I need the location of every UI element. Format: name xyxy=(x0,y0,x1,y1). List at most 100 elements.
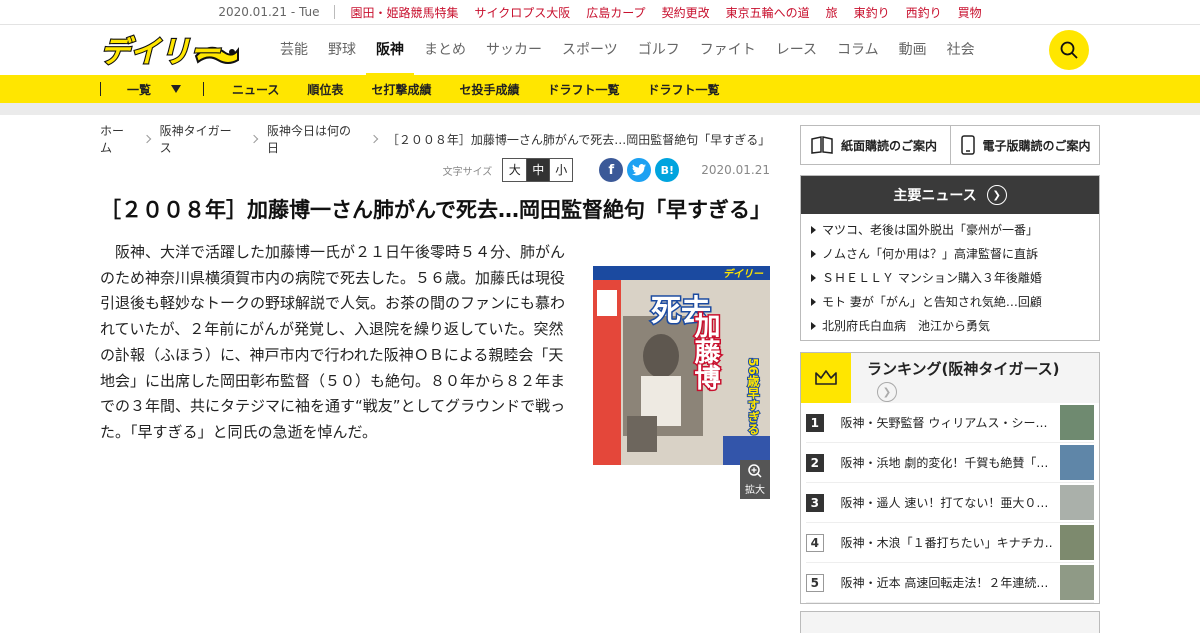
subnav-pitching[interactable]: セ投手成績 xyxy=(459,81,519,98)
newspaper-image: デイリー 死去 加藤博 56歳早すぎる xyxy=(593,266,770,465)
font-size-medium[interactable]: 中 xyxy=(526,159,550,181)
svg-text:加藤博: 加藤博 xyxy=(690,312,720,391)
digital-subscribe-button[interactable]: 電子版購読のご案内 xyxy=(949,126,1100,164)
rank-text: 阪神・浜地 劇的変化！千賀も絶賛「… xyxy=(840,456,1049,470)
ranking-item[interactable]: 2 阪神・浜地 劇的変化！千賀も絶賛「… xyxy=(806,443,1094,483)
triangle-right-icon xyxy=(811,274,816,282)
main-nav: 芸能 野球 阪神 まとめ サッカー スポーツ ゴルフ ファイト レース コラム … xyxy=(270,25,985,76)
nav-video[interactable]: 動画 xyxy=(889,25,937,75)
top-link-travel[interactable]: 旅 xyxy=(826,4,838,21)
breadcrumb: ホーム 阪神タイガース 阪神今日は何の日 ［２００８年］加藤博一さん肺がんで死去… xyxy=(100,122,770,156)
major-news-item[interactable]: 北別府氏白血病 池江から勇気 xyxy=(811,314,1099,338)
ranking-list: 1 阪神・矢野監督 ウィリアムス・シー… 2 阪神・浜地 劇的変化！千賀も絶賛「… xyxy=(801,403,1099,603)
ranking-item[interactable]: 1 阪神・矢野監督 ウィリアムス・シー… xyxy=(806,403,1094,443)
paper-subscribe-label: 紙面購読のご案内 xyxy=(841,138,938,153)
triangle-right-icon xyxy=(811,226,816,234)
top-link-carp[interactable]: 広島カープ xyxy=(586,4,645,21)
top-date: 2020.01.21 - Tue xyxy=(218,5,335,19)
share-buttons: f B! xyxy=(599,158,680,182)
font-size-label: 文字サイズ xyxy=(442,166,493,178)
article-text: 阪神、大洋で活躍した加藤博一氏が２１日午後零時５４分、肺がんのため神奈川県横須賀… xyxy=(100,243,566,441)
rank-number: 1 xyxy=(806,413,824,432)
subnav-batting[interactable]: セ打撃成績 xyxy=(371,81,431,98)
newspaper-photo[interactable]: デイリー 死去 加藤博 56歳早すぎる 拡大 xyxy=(593,266,770,499)
major-news-header[interactable]: 主要ニュース ❯ xyxy=(801,176,1099,214)
ichiran-dropdown[interactable]: 一覧 xyxy=(101,81,203,98)
ranking-header[interactable]: ランキング(阪神タイガース) ❯ xyxy=(801,353,1099,403)
search-button[interactable] xyxy=(1049,30,1089,70)
enlarge-button[interactable]: 拡大 xyxy=(740,460,770,499)
rank-number: 4 xyxy=(806,533,824,552)
svg-text:デイリー: デイリー xyxy=(723,268,764,280)
top-link-east-fishing[interactable]: 東釣り xyxy=(854,4,890,21)
breadcrumb-tigers[interactable]: 阪神タイガース xyxy=(160,122,243,156)
top-links: 園田・姫路競馬特集 サイクロプス大阪 広島カープ 契約更改 東京五輪への道 旅 … xyxy=(351,4,982,21)
daily-logo[interactable]: デイリー xyxy=(99,32,240,71)
nav-geinou[interactable]: 芸能 xyxy=(270,25,318,75)
top-link-cyclops[interactable]: サイクロプス大阪 xyxy=(475,4,571,21)
major-news-box: 主要ニュース ❯ マツコ、老後は国外脱出「豪州が一番」 ノムさん「何か用は？」高… xyxy=(800,175,1100,341)
font-size-selector: 大 中 小 xyxy=(502,158,574,182)
top-link-shopping[interactable]: 買物 xyxy=(958,4,982,21)
hatena-bookmark-icon[interactable]: B! xyxy=(655,158,680,182)
breadcrumb-today[interactable]: 阪神今日は何の日 xyxy=(267,122,363,156)
top-link-contract[interactable]: 契約更改 xyxy=(662,4,710,21)
font-size-small[interactable]: 小 xyxy=(549,159,572,181)
nav-fight[interactable]: ファイト xyxy=(690,25,766,75)
subnav-draft-2[interactable]: ドラフト一覧 xyxy=(647,81,719,98)
major-news-item[interactable]: マツコ、老後は国外脱出「豪州が一番」 xyxy=(811,218,1099,242)
ranking-item[interactable]: 3 阪神・遥人 速い！打てない！亜大０… xyxy=(806,483,1094,523)
search-icon xyxy=(1060,41,1078,59)
subscribe-box: 紙面購読のご案内 電子版購読のご案内 xyxy=(800,125,1100,165)
nav-society[interactable]: 社会 xyxy=(937,25,985,75)
facebook-icon[interactable]: f xyxy=(599,158,624,182)
ranking-item[interactable]: 4 阪神・木浪「１番打ちたい」キナチカ… xyxy=(806,523,1094,563)
major-news-item[interactable]: モト 妻が「がん」と告知され気絶…回顧 xyxy=(811,290,1099,314)
subnav-standings[interactable]: 順位表 xyxy=(307,81,343,98)
top-strip: 2020.01.21 - Tue 園田・姫路競馬特集 サイクロプス大阪 広島カー… xyxy=(0,0,1200,25)
nav-hanshin[interactable]: 阪神 xyxy=(366,25,414,76)
major-news-text: モト 妻が「がん」と告知され気絶…回顧 xyxy=(822,295,1042,309)
breadcrumb-home[interactable]: ホーム xyxy=(100,122,136,156)
nav-yakyu[interactable]: 野球 xyxy=(318,25,366,75)
subnav-news[interactable]: ニュース xyxy=(232,81,279,98)
top-link-olympics[interactable]: 東京五輪への道 xyxy=(726,4,810,21)
rank-text: 阪神・近本 高速回転走法！２年連続… xyxy=(840,576,1049,590)
article-body: 阪神、大洋で活躍した加藤博一氏が２１日午後零時５４分、肺がんのため神奈川県横須賀… xyxy=(100,240,770,499)
font-size-large[interactable]: 大 xyxy=(503,159,526,181)
top-link-west-fishing[interactable]: 西釣り xyxy=(906,4,942,21)
arrow-right-icon: ❯ xyxy=(877,382,897,402)
sub-nav: 一覧 ニュース 順位表 セ打撃成績 セ投手成績 ドラフト一覧 ドラフト一覧 xyxy=(0,75,1200,103)
gray-band xyxy=(0,103,1200,115)
nav-golf[interactable]: ゴルフ xyxy=(628,25,690,75)
chevron-right-icon xyxy=(249,134,259,144)
major-news-item[interactable]: ＳＨＥＬＬＹ マンション購入３年後離婚 xyxy=(811,266,1099,290)
site-header: デイリー 芸能 野球 阪神 まとめ サッカー スポーツ ゴルフ ファイト レース… xyxy=(0,25,1200,76)
nav-soccer[interactable]: サッカー xyxy=(476,25,552,75)
ranking-item[interactable]: 5 阪神・近本 高速回転走法！２年連続… xyxy=(806,563,1094,603)
paper-subscribe-button[interactable]: 紙面購読のご案内 xyxy=(801,126,950,164)
top-link-sonoda[interactable]: 園田・姫路競馬特集 xyxy=(351,4,459,21)
major-news-item[interactable]: ノムさん「何か用は？」高津監督に直訴 xyxy=(811,242,1099,266)
open-book-icon xyxy=(811,136,833,154)
digital-subscribe-label: 電子版購読のご案内 xyxy=(982,138,1091,153)
triangle-right-icon xyxy=(811,298,816,306)
rank-number: 5 xyxy=(806,573,824,592)
twitter-icon[interactable] xyxy=(627,158,652,182)
article-tools: 文字サイズ 大 中 小 f B! 2020.01.21 xyxy=(100,157,770,183)
nav-race[interactable]: レース xyxy=(766,25,827,75)
major-news-text: ＳＨＥＬＬＹ マンション購入３年後離婚 xyxy=(822,271,1042,285)
major-news-text: ノムさん「何か用は？」高津監督に直訴 xyxy=(822,247,1039,261)
zoom-in-icon xyxy=(748,464,762,478)
arrow-right-icon: ❯ xyxy=(986,185,1007,205)
crown-icon xyxy=(801,353,851,403)
main-content: ホーム 阪神タイガース 阪神今日は何の日 ［２００８年］加藤博一さん肺がんで死去… xyxy=(100,122,771,499)
smartphone-icon xyxy=(960,135,975,155)
nav-sports[interactable]: スポーツ xyxy=(552,25,628,75)
rank-text: 阪神・遥人 速い！打てない！亜大０… xyxy=(840,496,1049,510)
subnav-draft-1[interactable]: ドラフト一覧 xyxy=(547,81,619,98)
rank-number: 2 xyxy=(806,453,824,472)
triangle-right-icon xyxy=(811,322,816,330)
nav-column[interactable]: コラム xyxy=(827,25,889,75)
nav-matome[interactable]: まとめ xyxy=(414,25,476,75)
